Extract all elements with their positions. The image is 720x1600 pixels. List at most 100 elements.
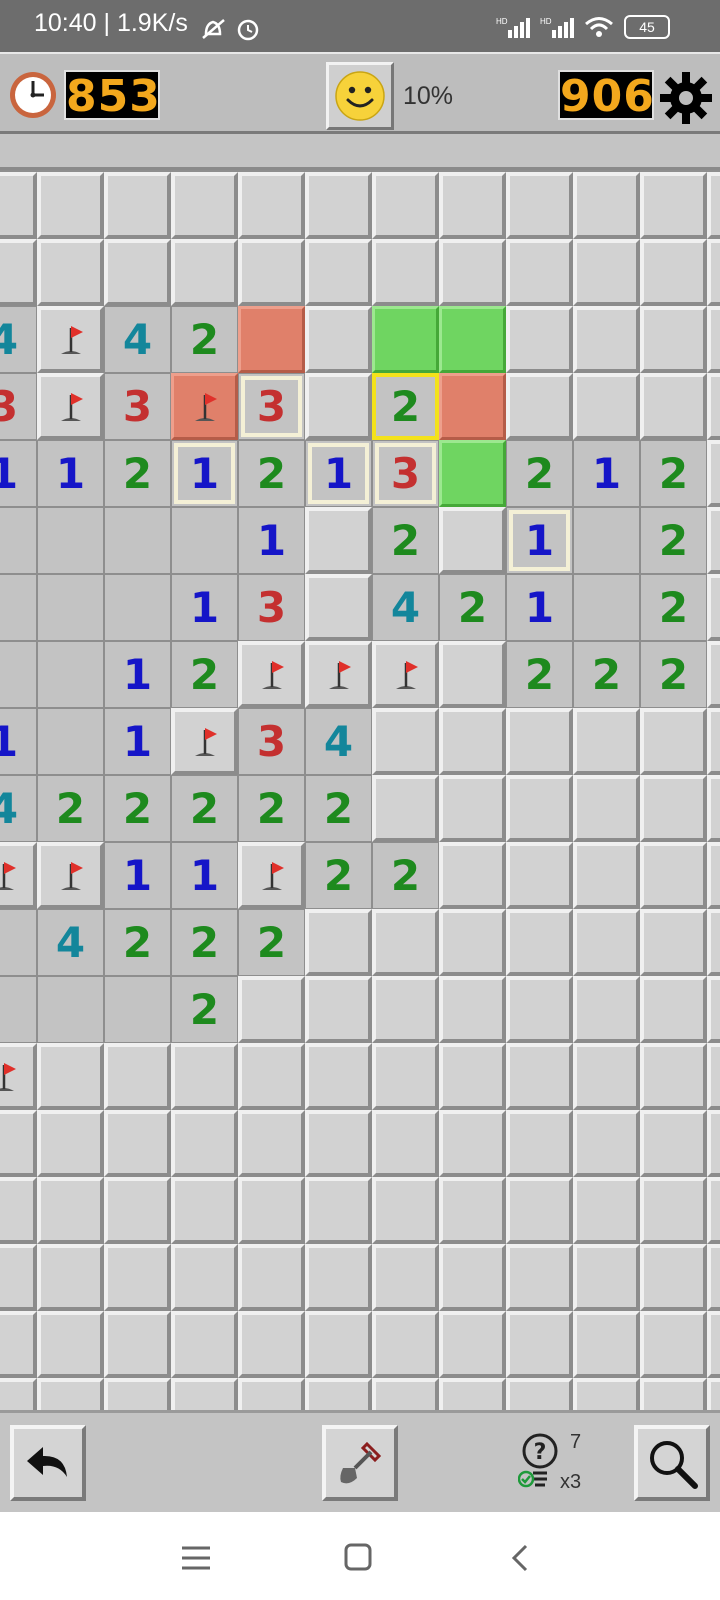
hidden-cell[interactable] [506,1177,573,1244]
hidden-cell[interactable] [573,172,640,239]
number-cell[interactable]: 3 [238,708,305,775]
empty-cell[interactable] [0,909,37,976]
hidden-cell[interactable] [37,239,104,306]
hidden-cell[interactable] [707,1311,720,1378]
hidden-cell[interactable] [506,1110,573,1177]
hidden-cell[interactable] [37,1378,104,1410]
hidden-cell[interactable] [439,172,506,239]
flagged-cell[interactable] [37,306,104,373]
hidden-cell[interactable] [640,172,707,239]
menu-icon[interactable] [176,1540,216,1576]
number-cell[interactable]: 1 [171,842,238,909]
hidden-cell[interactable] [439,1177,506,1244]
hidden-cell[interactable] [707,1177,720,1244]
number-cell[interactable]: 1 [506,507,573,574]
number-cell[interactable]: 4 [0,775,37,842]
hidden-cell[interactable] [439,1244,506,1311]
hidden-cell[interactable] [171,1043,238,1110]
flagged-cell[interactable] [37,842,104,909]
hidden-cell[interactable] [707,1043,720,1110]
hidden-cell[interactable] [573,842,640,909]
hidden-cell[interactable] [640,775,707,842]
number-cell[interactable]: 3 [0,373,37,440]
hidden-cell[interactable] [238,1177,305,1244]
number-cell[interactable]: 2 [372,373,439,440]
hidden-cell[interactable] [506,239,573,306]
number-cell[interactable]: 2 [171,909,238,976]
hidden-cell[interactable] [439,708,506,775]
safe-hint-cell[interactable] [439,306,506,373]
gear-icon[interactable] [660,72,712,124]
empty-cell[interactable] [37,976,104,1043]
hidden-cell[interactable] [171,1177,238,1244]
number-cell[interactable]: 1 [104,641,171,708]
hidden-cell[interactable] [372,239,439,306]
number-cell[interactable]: 2 [372,507,439,574]
number-cell[interactable]: 2 [305,842,372,909]
hidden-cell[interactable] [707,507,720,574]
hidden-cell[interactable] [640,976,707,1043]
hidden-cell[interactable] [171,239,238,306]
number-cell[interactable]: 2 [573,641,640,708]
number-cell[interactable]: 1 [506,574,573,641]
hidden-cell[interactable] [372,909,439,976]
hidden-cell[interactable] [573,1311,640,1378]
hidden-cell[interactable] [238,976,305,1043]
hidden-cell[interactable] [37,1177,104,1244]
hidden-cell[interactable] [573,306,640,373]
number-cell[interactable]: 1 [104,842,171,909]
hidden-cell[interactable] [707,373,720,440]
hidden-cell[interactable] [104,1043,171,1110]
hidden-cell[interactable] [104,172,171,239]
restart-button[interactable] [326,62,394,130]
hidden-cell[interactable] [305,306,372,373]
number-cell[interactable]: 1 [104,708,171,775]
hidden-cell[interactable] [640,1378,707,1410]
hidden-cell[interactable] [305,909,372,976]
empty-cell[interactable] [171,507,238,574]
number-cell[interactable]: 4 [37,909,104,976]
number-cell[interactable]: 3 [372,440,439,507]
hidden-cell[interactable] [707,909,720,976]
hidden-cell[interactable] [640,1043,707,1110]
number-cell[interactable]: 1 [0,440,37,507]
hidden-cell[interactable] [707,1378,720,1410]
hidden-cell[interactable] [707,641,720,708]
flagged-cell[interactable] [238,842,305,909]
hidden-cell[interactable] [238,1311,305,1378]
hidden-cell[interactable] [640,842,707,909]
hidden-cell[interactable] [104,1177,171,1244]
hidden-cell[interactable] [506,775,573,842]
hidden-cell[interactable] [506,708,573,775]
hidden-cell[interactable] [506,909,573,976]
hidden-cell[interactable] [0,1244,37,1311]
empty-cell[interactable] [37,507,104,574]
hidden-cell[interactable] [506,1043,573,1110]
hidden-cell[interactable] [238,239,305,306]
hidden-cell[interactable] [104,1110,171,1177]
number-cell[interactable]: 2 [171,306,238,373]
hidden-cell[interactable] [372,775,439,842]
number-cell[interactable]: 2 [640,574,707,641]
back-icon[interactable] [502,1540,542,1576]
flagged-cell[interactable] [0,842,37,909]
hidden-cell[interactable] [305,574,372,641]
number-cell[interactable]: 1 [171,440,238,507]
number-cell[interactable]: 2 [640,440,707,507]
hidden-cell[interactable] [640,1244,707,1311]
number-cell[interactable]: 1 [0,708,37,775]
empty-cell[interactable] [0,574,37,641]
hidden-cell[interactable] [707,1244,720,1311]
mine-hint-cell[interactable] [238,306,305,373]
empty-cell[interactable] [37,641,104,708]
hidden-cell[interactable] [573,1177,640,1244]
hidden-cell[interactable] [640,1177,707,1244]
hidden-cell[interactable] [0,1110,37,1177]
hidden-cell[interactable] [640,239,707,306]
flagged-cell[interactable] [372,641,439,708]
hidden-cell[interactable] [640,306,707,373]
empty-cell[interactable] [104,507,171,574]
hidden-cell[interactable] [439,1110,506,1177]
hidden-cell[interactable] [0,1378,37,1410]
hidden-cell[interactable] [238,1378,305,1410]
